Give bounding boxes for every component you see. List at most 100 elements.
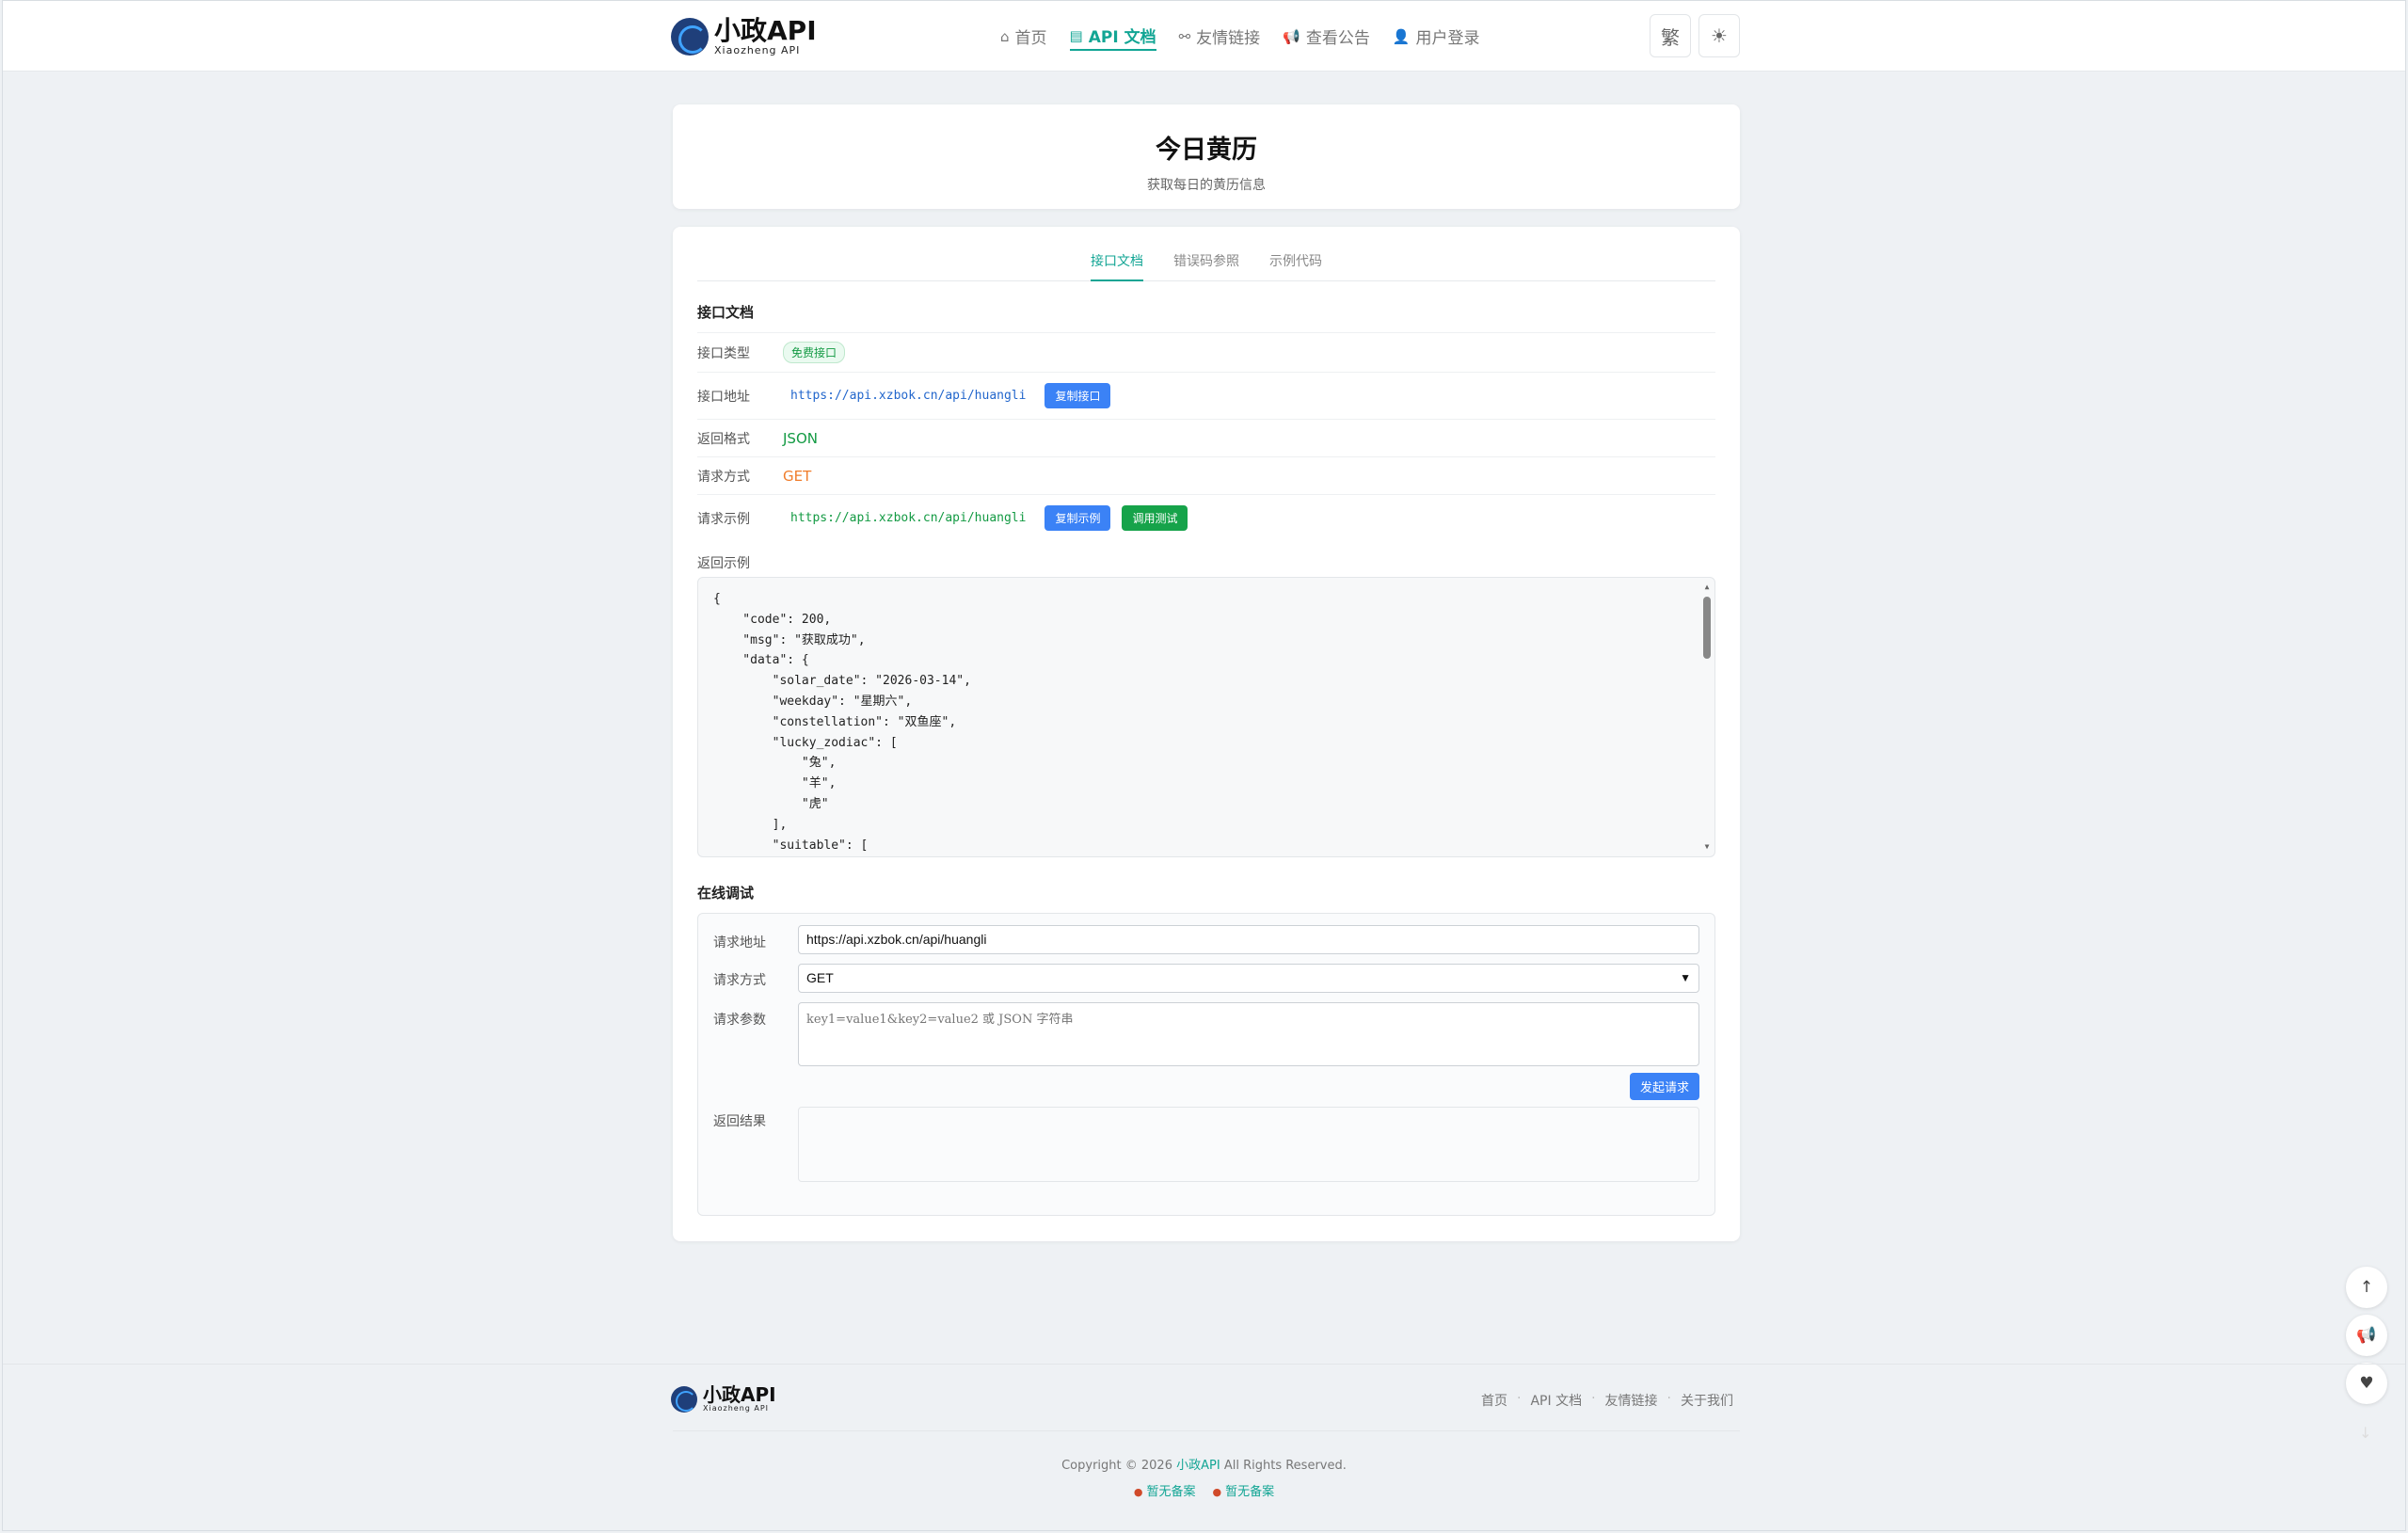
code-line: "lucky_zodiac": [: [713, 735, 898, 750]
announcement-float-button[interactable]: 📢: [2346, 1315, 2387, 1356]
code-line: {: [713, 592, 721, 606]
back-to-top-button[interactable]: ↑: [2346, 1267, 2387, 1308]
code-line: "solar_date": "2026-03-14",: [713, 674, 971, 689]
footer-logo-emblem-icon: [671, 1385, 697, 1413]
code-line: "constellation": "双鱼座",: [713, 714, 957, 729]
api-title: 今日黄历: [1156, 136, 1257, 165]
footer-separator: ·: [1666, 1391, 1671, 1406]
footer-separator: ·: [1591, 1391, 1596, 1406]
debug-result-output: [798, 1107, 1699, 1182]
row-request-method: 请求方式 GET: [697, 456, 1715, 494]
api-url-label: 接口地址: [697, 389, 750, 405]
tab-api-doc[interactable]: 接口文档: [1091, 248, 1143, 281]
nav-home-label: 首页: [1014, 29, 1047, 48]
nav-api-docs[interactable]: ▤ API 文档: [1069, 23, 1156, 51]
beian-police-label: 暂无备案: [1225, 1485, 1275, 1499]
logo-subtitle: Xiaozheng API: [714, 44, 801, 56]
scroll-down-arrow-icon[interactable]: ▼: [1703, 843, 1711, 851]
footer-link-api-docs[interactable]: API 文档: [1530, 1391, 1582, 1410]
scrollbar-thumb[interactable]: [1703, 597, 1711, 659]
debug-url-label: 请求地址: [713, 935, 766, 950]
code-line: ],: [713, 817, 788, 832]
doc-tabs: 接口文档 错误码参照 示例代码: [697, 248, 1715, 281]
debug-params-label: 请求参数: [713, 1013, 766, 1028]
api-title-card: 今日黄历 获取每日的黄历信息: [673, 104, 1740, 209]
logo-title: 小政API: [714, 15, 817, 46]
row-api-url: 接口地址 https://api.xzbok.cn/api/huangli 复制…: [697, 372, 1715, 419]
beian-icp-label: 暂无备案: [1146, 1485, 1196, 1499]
request-example-label: 请求示例: [697, 511, 750, 527]
debug-method-selected: GET: [806, 970, 834, 985]
beian-police[interactable]: ● 暂无备案: [1213, 1481, 1275, 1499]
row-api-type: 接口类型 免费接口: [697, 332, 1715, 372]
footer-link-friend-links[interactable]: 友情链接: [1605, 1391, 1658, 1410]
nav-announcements-label: 查看公告: [1305, 29, 1370, 48]
police-badge-icon: ●: [1212, 1486, 1222, 1498]
code-line: "weekday": "星期六",: [713, 694, 913, 709]
nav-home[interactable]: ⌂ 首页: [1000, 23, 1047, 51]
request-method-value: GET: [783, 467, 812, 485]
row-request-example: 请求示例 https://api.xzbok.cn/api/huangli 复制…: [697, 494, 1715, 541]
send-request-button[interactable]: 发起请求: [1629, 1073, 1699, 1100]
beian-records: ● 暂无备案 ● 暂无备案: [3, 1481, 2405, 1499]
return-format-value: JSON: [783, 429, 818, 447]
code-line: "suitable": [: [713, 838, 869, 853]
copyright-text: Copyright © 2026 小政API All Rights Reserv…: [3, 1455, 2405, 1473]
badge-icon: ●: [1133, 1486, 1143, 1498]
nav-user-login[interactable]: 👤 用户登录: [1393, 23, 1480, 51]
beian-icp[interactable]: ● 暂无备案: [1134, 1481, 1196, 1499]
link-icon: ⚯: [1178, 27, 1191, 45]
response-example-label: 返回示例: [697, 556, 750, 571]
scroll-up-arrow-icon[interactable]: ▲: [1703, 583, 1711, 591]
api-detail-card: 接口文档 错误码参照 示例代码 接口文档 接口类型 免费接口 接口地址 http…: [673, 227, 1740, 1241]
nav-announcements[interactable]: 📢 查看公告: [1283, 23, 1370, 51]
footer-divider: [673, 1430, 1740, 1431]
megaphone-icon: 📢: [1283, 27, 1300, 45]
copyright-brand-link[interactable]: 小政API: [1176, 1459, 1220, 1473]
site-logo[interactable]: 小政API Xiaozheng API: [671, 16, 817, 57]
code-line: "code": 200,: [713, 612, 832, 627]
theme-toggle-button[interactable]: ☀: [1698, 14, 1740, 57]
code-line: "羊",: [713, 776, 837, 791]
code-line: "兔",: [713, 756, 837, 771]
debug-url-input[interactable]: https://api.xzbok.cn/api/huangli: [798, 925, 1699, 954]
document-icon: ▤: [1069, 26, 1083, 44]
debug-result-label: 返回结果: [713, 1114, 766, 1129]
api-url-link[interactable]: https://api.xzbok.cn/api/huangli: [790, 389, 1026, 403]
nav-friend-links-label: 友情链接: [1196, 29, 1261, 48]
copyright-prefix: Copyright © 2026: [1061, 1459, 1177, 1473]
api-subtitle: 获取每日的黄历信息: [1147, 178, 1266, 193]
footer-links: 首页 · API 文档 · 友情链接 · 关于我们: [1481, 1391, 1733, 1410]
footer-separator: ·: [1517, 1391, 1522, 1406]
copy-url-button[interactable]: 复制接口: [1045, 383, 1111, 408]
site-footer: 小政API Xiaozheng API 首页 · API 文档 · 友情链接 ·…: [3, 1364, 2405, 1533]
traditional-chinese-toggle-button[interactable]: 繁: [1650, 14, 1691, 57]
code-scrollbar[interactable]: ▲ ▼: [1703, 583, 1711, 851]
response-example-code[interactable]: { "code": 200, "msg": "获取成功", "data": { …: [697, 577, 1715, 857]
footer-link-about[interactable]: 关于我们: [1681, 1391, 1733, 1410]
footer-logo[interactable]: 小政API Xiaozheng API: [671, 1385, 776, 1413]
home-icon: ⌂: [1000, 27, 1010, 45]
tab-sample-code[interactable]: 示例代码: [1269, 248, 1322, 281]
sun-icon: ☀: [1711, 24, 1728, 47]
online-debug-panel: 请求地址 https://api.xzbok.cn/api/huangli 请求…: [697, 913, 1715, 1216]
debug-params-textarea[interactable]: [798, 1002, 1699, 1066]
row-return-format: 返回格式 JSON: [697, 419, 1715, 456]
megaphone-icon: 📢: [2356, 1326, 2377, 1345]
request-example-link[interactable]: https://api.xzbok.cn/api/huangli: [790, 511, 1026, 525]
code-line: "data": {: [713, 653, 809, 668]
debug-method-select[interactable]: GET ▼: [798, 964, 1699, 993]
chevron-down-icon: ▼: [1680, 971, 1691, 984]
tab-error-codes[interactable]: 错误码参照: [1173, 248, 1239, 281]
debug-method-label: 请求方式: [713, 973, 766, 988]
page: 小政API Xiaozheng API ⌂ 首页 ▤ API 文档 ⚯ 友情链接…: [2, 0, 2406, 1531]
nav-friend-links[interactable]: ⚯ 友情链接: [1179, 23, 1261, 51]
debug-section-title: 在线调试: [697, 885, 755, 902]
nav-api-docs-label: API 文档: [1088, 28, 1156, 47]
copyright-suffix: All Rights Reserved.: [1220, 1459, 1347, 1473]
doc-section-title: 接口文档: [697, 304, 755, 321]
call-test-button[interactable]: 调用测试: [1122, 505, 1188, 531]
footer-link-home[interactable]: 首页: [1481, 1391, 1507, 1410]
copy-example-button[interactable]: 复制示例: [1045, 505, 1111, 531]
code-line: "msg": "获取成功",: [713, 632, 866, 647]
